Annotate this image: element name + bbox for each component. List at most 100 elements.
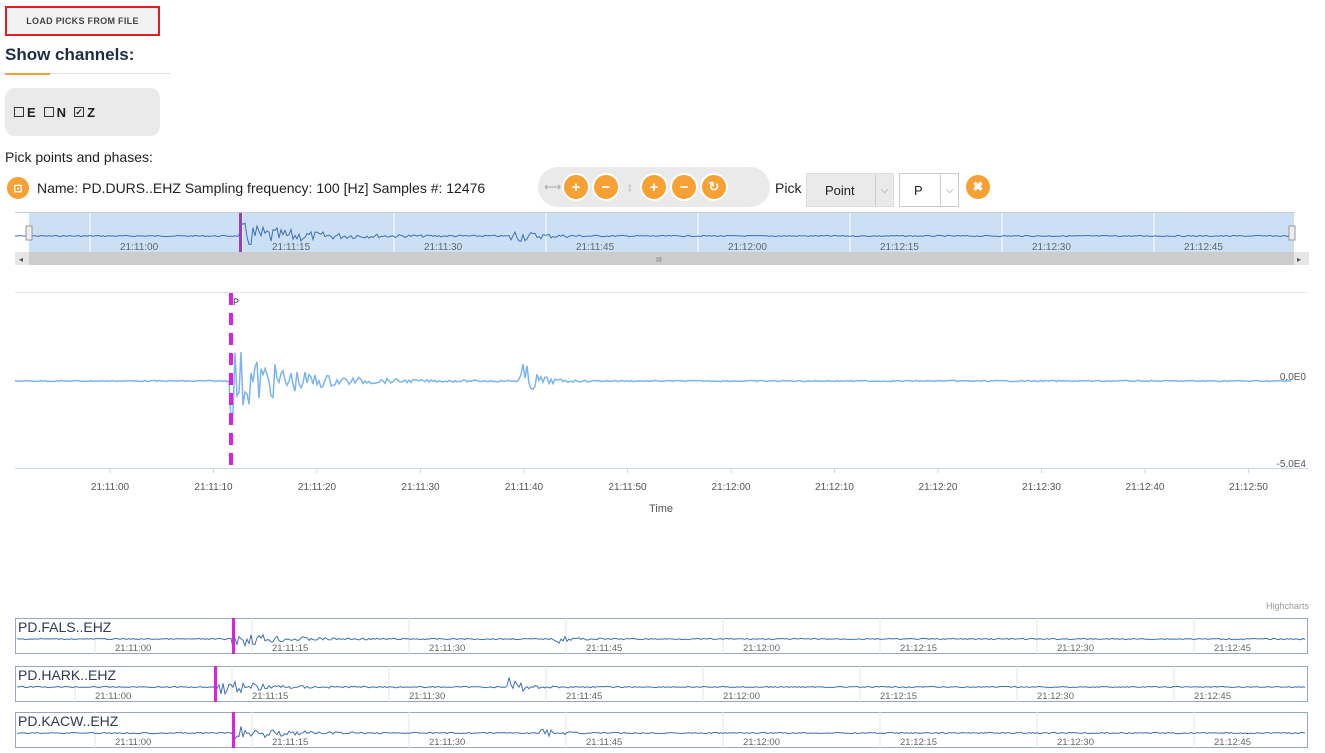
checkbox-icon[interactable]: [14, 107, 24, 117]
channel-checkboxes: E N ✓ Z: [5, 88, 160, 136]
channel-label: E: [27, 104, 36, 120]
x-axis-title: Time: [649, 503, 673, 515]
channel-label: Z: [87, 104, 96, 120]
navigator-tick-label: 21:12:30: [1032, 242, 1071, 253]
x-tick-label: 21:11:30: [401, 482, 440, 493]
expand-icon[interactable]: ⊡: [5, 175, 31, 201]
channel-label: N: [56, 104, 67, 120]
station-tick-label: 21:11:00: [95, 691, 131, 702]
x-tick-label: 21:12:50: [1229, 482, 1268, 493]
chart-credit: Highcharts: [1266, 601, 1310, 611]
station-name: PD.HARK..EHZ: [18, 667, 117, 683]
pick-mode-select[interactable]: Point ⌵: [806, 173, 894, 207]
chevron-down-icon: ⌵: [875, 174, 893, 206]
navigator-selection: [29, 213, 1294, 255]
clear-picks-button[interactable]: ✖: [964, 173, 992, 201]
x-tick-label: 21:12:40: [1126, 482, 1165, 493]
station-tick-label: 21:12:45: [1194, 691, 1231, 702]
zoom-in-x-button[interactable]: +: [562, 173, 590, 201]
x-tick-label: 21:12:20: [919, 482, 958, 493]
station-name: PD.KACW..EHZ: [18, 713, 119, 729]
station-frame: [15, 712, 1308, 748]
station-tick-label: 21:11:45: [566, 691, 602, 702]
waveform-series: [14, 352, 1292, 420]
station-chart-fals[interactable]: 21:11:00 21:11:15 21:11:30 21:11:45 21:12:00…: [15, 618, 1308, 654]
channel-n-checkbox[interactable]: N: [43, 104, 67, 120]
station-tick-label: 21:11:30: [429, 643, 465, 654]
station-tick-label: 21:12:15: [880, 691, 917, 702]
checkbox-checked-icon[interactable]: ✓: [74, 107, 85, 117]
station-tick-label: 21:11:45: [586, 737, 622, 748]
channel-e-checkbox[interactable]: E: [14, 105, 36, 120]
scroll-left-icon[interactable]: ◂: [19, 255, 23, 264]
horizontal-arrows-icon: ⟷: [544, 180, 562, 194]
station-chart-kacw[interactable]: 21:11:00 21:11:15 21:11:30 21:11:45 21:12:00…: [15, 712, 1308, 748]
station-frame: [15, 666, 1308, 702]
station-tick-label: 21:12:00: [743, 643, 780, 654]
station-waveform: 21:11:00 21:11:15 21:11:30 21:11:45 21:12:00…: [15, 712, 1308, 748]
station-tick-label: 21:11:45: [586, 643, 622, 654]
station-tick-label: 21:12:45: [1214, 643, 1251, 654]
station-pick-marker[interactable]: [232, 712, 235, 748]
pick-mode-value: Point: [825, 182, 855, 198]
channel-z-checkbox[interactable]: ✓ Z: [74, 105, 95, 120]
navigator-handle-left[interactable]: [25, 225, 33, 241]
station-tick-label: 21:12:00: [743, 737, 780, 748]
station-tick-label: 21:11:00: [115, 737, 151, 748]
chevron-down-icon: ⌵: [940, 174, 958, 206]
scrollbar-grip-icon: III: [656, 257, 662, 264]
station-tick-label: 21:12:15: [900, 643, 937, 654]
pick-label: Pick: [775, 180, 802, 196]
station-chart-hark[interactable]: 21:11:00 21:11:15 21:11:30 21:11:45 21:12:00…: [15, 666, 1308, 702]
vertical-arrows-icon: ↕: [627, 180, 633, 194]
navigator-tick-label: 21:12:45: [1184, 242, 1223, 253]
navigator-tick-label: 21:12:00: [728, 242, 767, 253]
navigator-pick-marker: [239, 213, 242, 253]
scroll-right-icon[interactable]: ▸: [1297, 255, 1301, 264]
navigator[interactable]: 21:11:00 21:11:15 21:11:30 21:11:45 21:12:00…: [0, 208, 1310, 270]
station-pick-marker[interactable]: [232, 618, 235, 654]
navigator-tick-label: 21:11:00: [120, 242, 159, 253]
chart-top-gridline: [15, 292, 1308, 293]
show-channels-title: Show channels:: [5, 45, 135, 64]
reset-zoom-button[interactable]: ↻: [700, 173, 728, 201]
zoom-controls: ⟷ + − ↕ + − ↻: [538, 167, 770, 207]
zoom-out-y-button[interactable]: −: [670, 173, 698, 201]
zoom-in-y-button[interactable]: +: [640, 173, 668, 201]
station-tick-label: 21:12:45: [1214, 737, 1251, 748]
trace-info-text: Name: PD.DURS..EHZ Sampling frequency: 1…: [37, 180, 486, 196]
x-tick-label: 21:12:30: [1022, 482, 1061, 493]
checkbox-icon[interactable]: [43, 107, 54, 117]
station-tick-label: 21:11:15: [252, 691, 288, 702]
title-divider-accent: [5, 73, 50, 75]
y-axis-label-min: -5.0E4: [1277, 459, 1307, 470]
station-tick-label: 21:12:30: [1037, 691, 1074, 702]
x-tick-label: 21:11:00: [91, 482, 130, 493]
station-pick-marker[interactable]: [214, 666, 217, 702]
navigator-tick-label: 21:11:45: [576, 242, 615, 253]
x-axis-line: [15, 468, 1308, 469]
phase-select[interactable]: P ⌵: [899, 173, 959, 207]
station-tick-label: 21:11:00: [115, 643, 151, 654]
pick-marker-label: P: [233, 297, 239, 307]
main-waveform-chart[interactable]: 21:11:00 21:11:10 21:11:20 21:11:30 21:11:40…: [0, 285, 1325, 520]
x-tick-label: 21:12:10: [815, 482, 854, 493]
navigator-handle-right[interactable]: [1288, 225, 1296, 241]
station-waveform: 21:11:00 21:11:15 21:11:30 21:11:45 21:12:00…: [15, 618, 1308, 654]
station-waveform: 21:11:00 21:11:15 21:11:30 21:11:45 21:12:00…: [15, 666, 1308, 702]
station-tick-label: 21:12:30: [1057, 643, 1094, 654]
load-picks-button[interactable]: LOAD PICKS FROM FILE: [5, 6, 160, 36]
y-axis-label-zero: 0.0E0: [1280, 372, 1307, 383]
x-tick-label: 21:11:50: [608, 482, 647, 493]
station-tick-label: 21:11:30: [409, 691, 445, 702]
navigator-tick-label: 21:12:15: [880, 242, 919, 253]
station-name: PD.FALS..EHZ: [18, 619, 112, 635]
navigator-top-border: [15, 212, 1295, 213]
station-frame: [15, 618, 1308, 654]
station-tick-label: 21:11:15: [272, 643, 308, 654]
phase-value: P: [914, 182, 923, 198]
zoom-out-x-button[interactable]: −: [592, 173, 620, 201]
x-tick-label: 21:11:20: [298, 482, 337, 493]
station-tick-label: 21:11:30: [429, 737, 465, 748]
station-tick-label: 21:12:15: [900, 737, 937, 748]
